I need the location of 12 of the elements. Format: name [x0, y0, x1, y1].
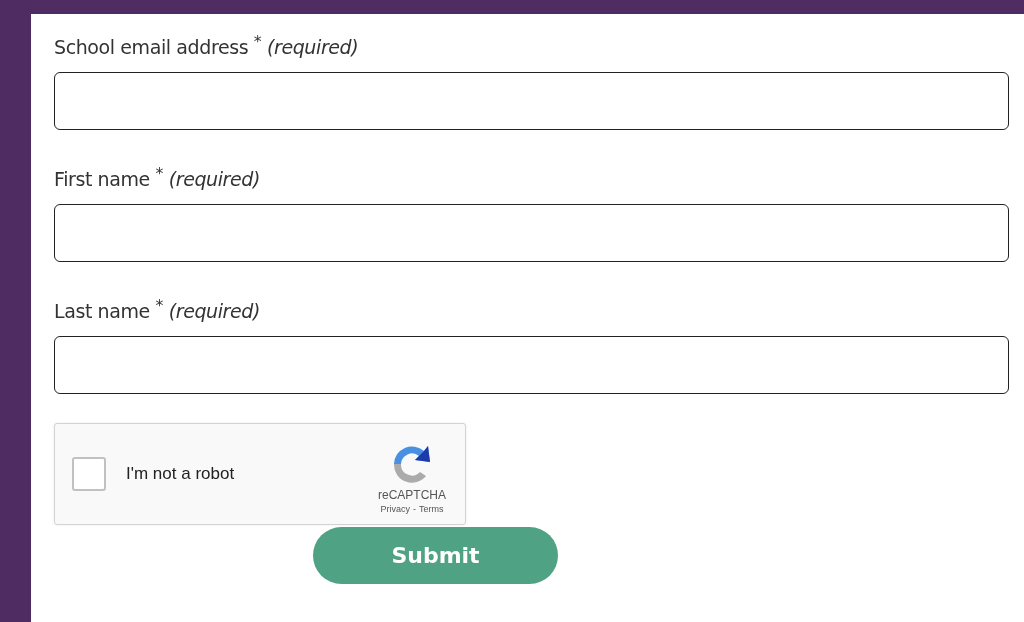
terms-link[interactable]: Terms [419, 504, 444, 514]
field-label: School email address $^{*}$ (required) [54, 31, 360, 56]
checkbox-label: I'm not a robot [126, 464, 236, 484]
separator: - [413, 504, 416, 514]
checkbox[interactable] [72, 457, 106, 491]
recaptcha-label: reCAPTCHA [378, 488, 446, 502]
input-field[interactable] [54, 204, 1009, 262]
input-field[interactable] [54, 336, 1009, 394]
field-label: Last name $^{*}$ (required) [54, 295, 261, 320]
input-field[interactable] [54, 72, 1009, 130]
field-label: First name $^{*}$ (required) [54, 163, 261, 188]
privacy-link[interactable]: Privacy [380, 504, 410, 514]
